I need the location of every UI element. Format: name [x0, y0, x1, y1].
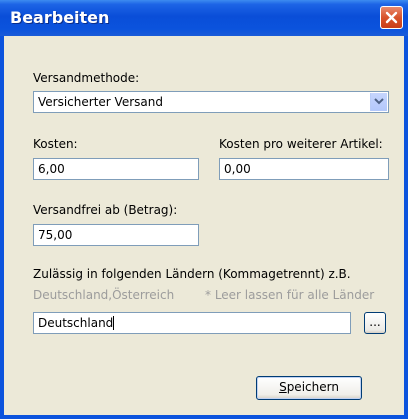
window-frame-right	[404, 36, 408, 419]
shipping-method-value: Versicherter Versand	[38, 95, 163, 109]
title-bar[interactable]: Bearbeiten	[0, 0, 408, 36]
save-button[interactable]: Speichern	[256, 376, 362, 400]
dropdown-button[interactable]	[370, 93, 387, 111]
window-frame-bottom	[0, 415, 408, 419]
countries-hint: * Leer lassen für alle Länder	[205, 288, 375, 302]
save-button-label: peichern	[286, 380, 339, 394]
free-shipping-value: 75,00	[38, 228, 73, 242]
cost-input[interactable]: 6,00	[33, 158, 199, 180]
cost-additional-value: 0,00	[224, 162, 251, 176]
text-caret	[113, 316, 115, 330]
free-shipping-label: Versandfrei ab (Betrag):	[33, 203, 178, 217]
edit-dialog: Bearbeiten Versandmethode: Versicherter …	[0, 0, 408, 419]
cost-value: 6,00	[38, 162, 65, 176]
save-button-mnemonic: S	[279, 380, 287, 394]
shipping-method-label: Versandmethode:	[33, 71, 140, 85]
chevron-down-icon	[374, 98, 384, 105]
countries-example: Deutschland,Österreich	[33, 288, 175, 302]
window-frame-left	[0, 36, 4, 419]
window-title: Bearbeiten	[10, 8, 110, 27]
cost-additional-input[interactable]: 0,00	[219, 158, 389, 180]
close-button[interactable]	[380, 6, 403, 29]
countries-input[interactable]: Deutschland	[33, 312, 351, 334]
cost-label: Kosten:	[33, 137, 78, 151]
countries-value: Deutschland	[38, 316, 114, 330]
cost-additional-label: Kosten pro weiterer Artikel:	[219, 137, 383, 151]
browse-countries-button[interactable]: ...	[364, 312, 386, 334]
shipping-method-select[interactable]: Versicherter Versand	[33, 91, 389, 113]
countries-label: Zulässig in folgenden Ländern (Kommagetr…	[33, 267, 351, 281]
free-shipping-input[interactable]: 75,00	[33, 224, 199, 246]
close-x-icon	[385, 11, 398, 24]
